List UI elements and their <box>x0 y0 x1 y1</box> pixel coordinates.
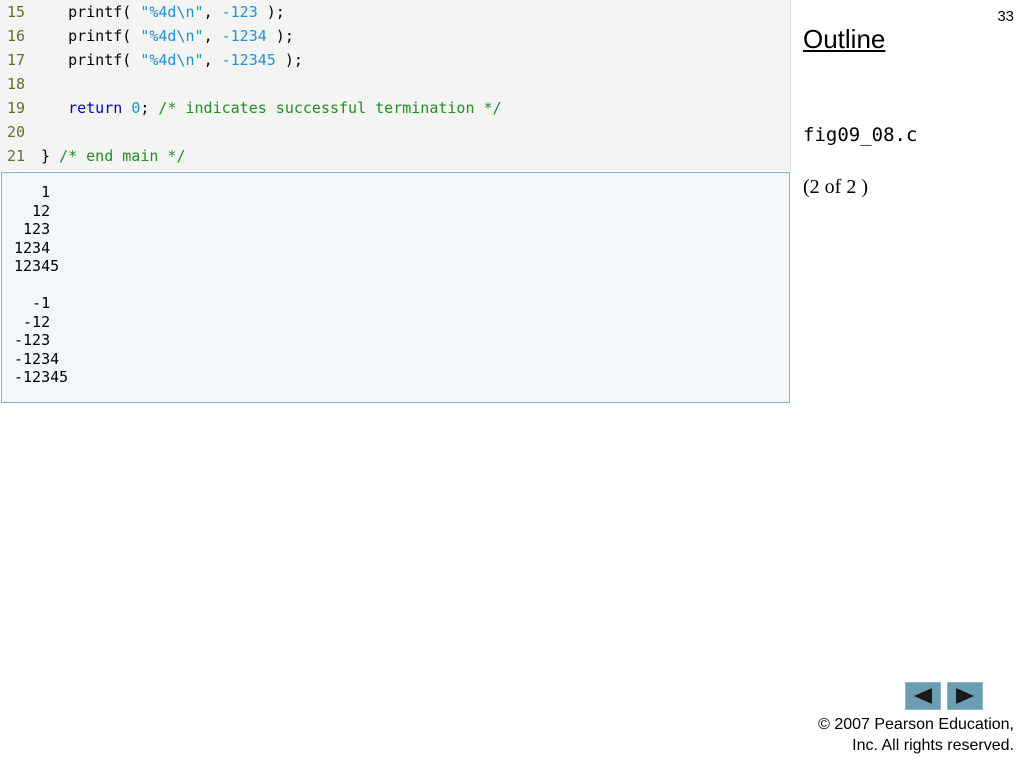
copyright-line: Inc. All rights reserved. <box>852 737 1014 754</box>
output-line: -123 <box>14 331 51 349</box>
line-number: 15 <box>7 3 26 21</box>
output-line: -1234 <box>14 349 60 368</box>
output-line: 1234 <box>14 238 51 257</box>
code-text: ); <box>257 3 285 21</box>
line-number: 20 <box>7 123 26 141</box>
code-line-16: 16 printf( "%4d\n", -1234 ); <box>0 24 294 48</box>
code-comment: /* indicates successful termination */ <box>158 99 502 117</box>
code-comment: /* end main */ <box>59 147 186 165</box>
line-number: 16 <box>7 27 26 45</box>
string-literal: "%4d\n" <box>140 3 204 21</box>
output-line: -1 <box>14 294 51 312</box>
output-line: 12 <box>14 201 51 220</box>
slide-number: 33 <box>997 8 1014 25</box>
number-literal: -1234 <box>221 27 267 45</box>
left-triangle-icon <box>914 688 932 704</box>
code-text: ; <box>140 99 159 117</box>
file-name: fig09_08.c <box>803 124 918 146</box>
code-text: printf( <box>68 27 141 45</box>
code-text: ); <box>266 27 294 45</box>
keyword: return <box>68 99 123 117</box>
line-number: 17 <box>7 51 26 69</box>
code-text: , <box>203 27 222 45</box>
code-line-19: 19 return 0; /* indicates successful ter… <box>0 96 502 120</box>
output-line: -12 <box>14 312 51 331</box>
code-text: } <box>41 147 60 165</box>
output-line: 123 <box>14 220 51 238</box>
code-line-17: 17 printf( "%4d\n", -12345 ); <box>0 48 303 72</box>
outline-link[interactable]: Outline <box>803 24 885 55</box>
output-line: 1 <box>14 183 51 201</box>
right-triangle-icon <box>956 688 974 704</box>
string-literal: "%4d\n" <box>140 27 204 45</box>
line-number: 21 <box>7 147 26 165</box>
code-line-18: 18 <box>0 72 41 96</box>
code-line-20: 20 <box>0 120 41 144</box>
code-line-21: 21} /* end main */ <box>0 144 186 168</box>
code-text: , <box>203 51 222 69</box>
next-slide-button[interactable] <box>947 682 983 710</box>
number-literal: 0 <box>131 99 141 117</box>
line-number: 19 <box>7 99 26 117</box>
page-indicator: (2 of 2 ) <box>803 176 868 198</box>
code-panel: 15 printf( "%4d\n", -123 ); 16 printf( "… <box>0 0 791 171</box>
copyright-notice: © 2007 Pearson Education, Inc. All right… <box>818 714 1014 756</box>
output-line: -12345 <box>14 368 69 386</box>
program-output-panel: 1 12 123 1234 12345 -1 -12 -123 -1234 -1… <box>1 172 790 403</box>
code-text: , <box>203 3 222 21</box>
output-line: 12345 <box>14 257 60 275</box>
number-literal: -123 <box>221 3 258 21</box>
code-line-15: 15 printf( "%4d\n", -123 ); <box>0 0 285 24</box>
copyright-line: © 2007 Pearson Education, <box>818 716 1014 733</box>
string-literal: "%4d\n" <box>140 51 204 69</box>
previous-slide-button[interactable] <box>905 682 941 710</box>
line-number: 18 <box>7 75 26 93</box>
code-text: printf( <box>68 51 141 69</box>
number-literal: -12345 <box>221 51 276 69</box>
code-text: ); <box>275 51 303 69</box>
code-text: printf( <box>68 3 141 21</box>
